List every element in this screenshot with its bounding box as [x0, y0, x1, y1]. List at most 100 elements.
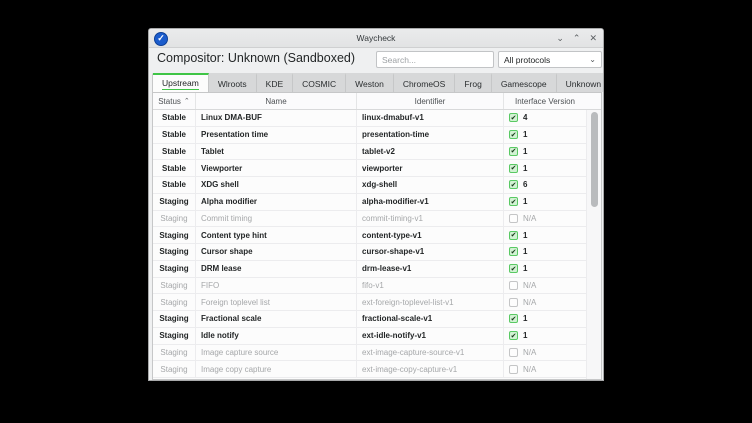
name-cell: Linux DMA-BUF — [196, 110, 357, 126]
waycheck-window: ✓ Waycheck ⌄ ⌃ ✕ Compositor: Unknown (Sa… — [148, 28, 604, 381]
status-cell: Staging — [153, 361, 196, 377]
tab-bar: Upstream Wlroots KDE COSMIC Weston Chrom… — [152, 73, 600, 92]
tab-unknown[interactable]: Unknown — [557, 73, 604, 92]
table-scrollbar[interactable] — [586, 110, 601, 379]
tab-kde[interactable]: KDE — [257, 73, 293, 92]
name-cell: Cursor shape — [196, 244, 357, 260]
identifier-cell: fifo-v1 — [357, 278, 504, 294]
tab-label: Gamescope — [501, 79, 547, 89]
interface-version-cell: N/A — [504, 294, 586, 310]
name-cell: Content type hint — [196, 227, 357, 243]
tab-label: COSMIC — [302, 79, 336, 89]
table-row[interactable]: Stable Tablet tablet-v2 ✔ 1 — [153, 144, 586, 161]
name-cell: DRM lease — [196, 261, 357, 277]
version-value: 1 — [523, 314, 527, 323]
identifier-cell: drm-lease-v1 — [357, 261, 504, 277]
maximize-button[interactable]: ⌃ — [573, 29, 581, 48]
column-header-identifier[interactable]: Identifier — [357, 93, 504, 109]
tab-label: ChromeOS — [403, 79, 446, 89]
tab-label: Unknown — [566, 79, 601, 89]
version-value: 1 — [523, 197, 527, 206]
interface-version-cell: ✔ 4 — [504, 110, 586, 126]
tab-label: KDE — [266, 79, 283, 89]
identifier-cell: content-type-v1 — [357, 227, 504, 243]
identifier-cell: presentation-time — [357, 127, 504, 143]
supported-checkbox: ✔ — [509, 197, 518, 206]
interface-version-cell: N/A — [504, 345, 586, 361]
status-cell: Staging — [153, 328, 196, 344]
table-row[interactable]: Stable Viewporter viewporter ✔ 1 — [153, 160, 586, 177]
sort-ascending-icon: ⌃ — [184, 97, 190, 105]
supported-checkbox: ✔ — [509, 180, 518, 189]
table-row[interactable]: Stable XDG shell xdg-shell ✔ 6 — [153, 177, 586, 194]
protocol-filter-dropdown[interactable]: All protocols ⌄ — [498, 51, 602, 68]
tab-frog[interactable]: Frog — [455, 73, 491, 92]
window-controls: ⌄ ⌃ ✕ — [556, 29, 597, 48]
supported-checkbox — [509, 214, 518, 223]
desktop-background: ✓ Waycheck ⌄ ⌃ ✕ Compositor: Unknown (Sa… — [0, 0, 752, 423]
supported-checkbox: ✔ — [509, 231, 518, 240]
version-value: 4 — [523, 113, 527, 122]
interface-version-cell: ✔ 1 — [504, 328, 586, 344]
table-row[interactable]: Staging Content type hint content-type-v… — [153, 227, 586, 244]
column-header-status[interactable]: Status ⌃ — [153, 93, 196, 109]
table-row[interactable]: Staging Foreign toplevel list ext-foreig… — [153, 294, 586, 311]
table-row[interactable]: Staging FIFO fifo-v1 N/A — [153, 278, 586, 295]
status-cell: Staging — [153, 345, 196, 361]
compositor-label: Compositor: Unknown (Sandboxed) — [157, 51, 355, 65]
tab-label: Frog — [464, 79, 481, 89]
status-cell: Stable — [153, 177, 196, 193]
tab-upstream[interactable]: Upstream — [153, 73, 209, 92]
interface-version-cell: N/A — [504, 211, 586, 227]
table-row[interactable]: Staging Cursor shape cursor-shape-v1 ✔ 1 — [153, 244, 586, 261]
protocol-filter-value: All protocols — [504, 55, 550, 65]
column-header-interface-version[interactable]: Interface Version — [504, 93, 586, 109]
supported-checkbox: ✔ — [509, 331, 518, 340]
status-cell: Staging — [153, 294, 196, 310]
table-row[interactable]: Stable Linux DMA-BUF linux-dmabuf-v1 ✔ 4 — [153, 110, 586, 127]
scrollbar-thumb[interactable] — [591, 112, 598, 207]
table-row[interactable]: Staging Image copy capture ext-image-cop… — [153, 361, 586, 378]
table-row[interactable]: Staging Image capture source ext-image-c… — [153, 345, 586, 362]
status-cell: Staging — [153, 311, 196, 327]
table-row[interactable]: Staging Idle notify ext-idle-notify-v1 ✔… — [153, 328, 586, 345]
identifier-cell: tablet-v2 — [357, 144, 504, 160]
table-row[interactable]: Staging Fractional scale fractional-scal… — [153, 311, 586, 328]
search-input[interactable] — [376, 51, 494, 68]
table-row[interactable]: Staging Alpha modifier alpha-modifier-v1… — [153, 194, 586, 211]
supported-checkbox: ✔ — [509, 113, 518, 122]
tab-gamescope[interactable]: Gamescope — [492, 73, 557, 92]
identifier-cell: linux-dmabuf-v1 — [357, 110, 504, 126]
supported-checkbox — [509, 348, 518, 357]
name-cell: Foreign toplevel list — [196, 294, 357, 310]
tab-chromeos[interactable]: ChromeOS — [394, 73, 456, 92]
waycheck-app-icon: ✓ — [154, 32, 168, 46]
version-value: 1 — [523, 164, 527, 173]
toolbar: Compositor: Unknown (Sandboxed) All prot… — [149, 48, 603, 73]
table-row[interactable]: Stable Presentation time presentation-ti… — [153, 127, 586, 144]
version-value: N/A — [523, 348, 536, 357]
tab-cosmic[interactable]: COSMIC — [293, 73, 346, 92]
interface-version-cell: ✔ 1 — [504, 144, 586, 160]
version-value: 1 — [523, 130, 527, 139]
identifier-cell: ext-image-capture-source-v1 — [357, 345, 504, 361]
minimize-button[interactable]: ⌄ — [556, 29, 564, 48]
supported-checkbox: ✔ — [509, 314, 518, 323]
name-cell: Tablet — [196, 144, 357, 160]
tab-weston[interactable]: Weston — [346, 73, 394, 92]
window-title: Waycheck — [149, 33, 603, 43]
name-cell: Viewporter — [196, 160, 357, 176]
titlebar[interactable]: ✓ Waycheck ⌄ ⌃ ✕ — [149, 29, 603, 48]
column-header-name[interactable]: Name — [196, 93, 357, 109]
tab-wlroots[interactable]: Wlroots — [209, 73, 257, 92]
interface-version-cell: ✔ 1 — [504, 194, 586, 210]
version-value: 1 — [523, 264, 527, 273]
status-cell: Staging — [153, 211, 196, 227]
identifier-cell: cursor-shape-v1 — [357, 244, 504, 260]
interface-version-cell: ✔ 1 — [504, 127, 586, 143]
table-row[interactable]: Staging Commit timing commit-timing-v1 N… — [153, 211, 586, 228]
close-button[interactable]: ✕ — [589, 29, 597, 48]
supported-checkbox — [509, 281, 518, 290]
table-row[interactable]: Staging DRM lease drm-lease-v1 ✔ 1 — [153, 261, 586, 278]
identifier-cell: xdg-shell — [357, 177, 504, 193]
